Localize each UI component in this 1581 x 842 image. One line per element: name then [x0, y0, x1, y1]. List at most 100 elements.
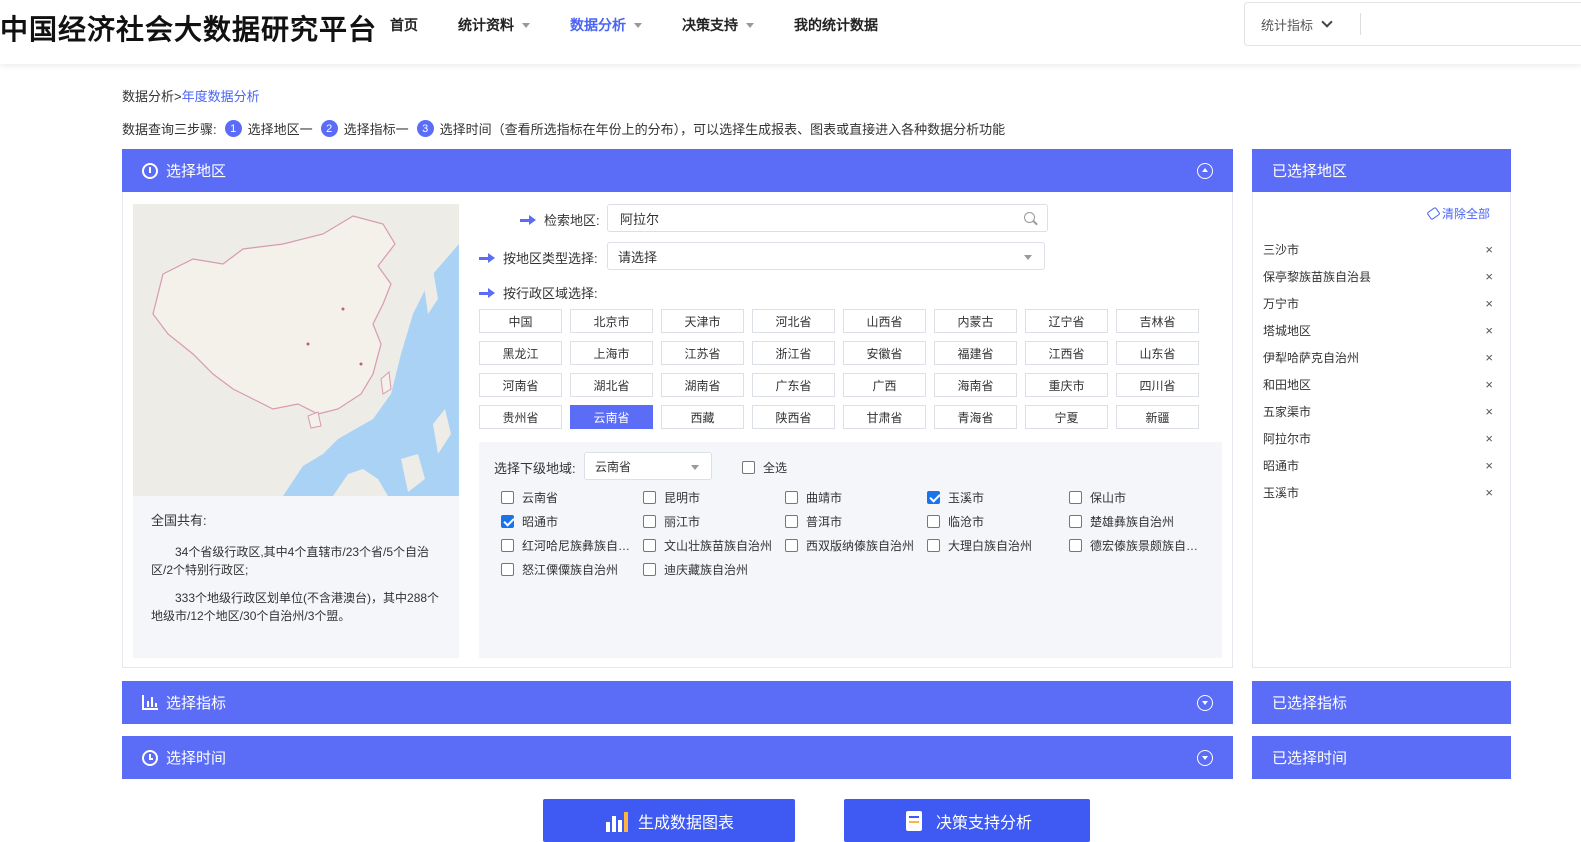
city-checkbox-item[interactable]: 昆明市 — [643, 488, 783, 506]
province-button[interactable]: 吉林省 — [1116, 309, 1199, 333]
checkbox[interactable] — [785, 538, 798, 552]
decision-analysis-button[interactable]: 决策支持分析 — [844, 799, 1090, 842]
province-button[interactable]: 西藏 — [661, 405, 744, 429]
city-checkbox-item[interactable]: 保山市 — [1069, 488, 1209, 506]
checkbox[interactable] — [501, 514, 514, 528]
checkbox[interactable] — [1069, 514, 1082, 528]
province-button[interactable]: 河北省 — [752, 309, 835, 333]
checkbox[interactable] — [643, 538, 656, 552]
checkbox[interactable] — [643, 490, 656, 504]
province-button[interactable]: 新疆 — [1116, 405, 1199, 429]
region-panel-header[interactable]: 选择地区 — [122, 149, 1233, 192]
city-checkbox-item[interactable]: 曲靖市 — [785, 488, 925, 506]
nav-data-analysis[interactable]: 数据分析 — [570, 15, 642, 35]
province-button[interactable]: 上海市 — [570, 341, 653, 365]
checkbox[interactable] — [501, 562, 514, 576]
city-checkbox-item[interactable]: 西双版纳傣族自治州 — [785, 536, 925, 554]
remove-icon[interactable]: × — [1485, 431, 1493, 446]
remove-icon[interactable]: × — [1485, 350, 1493, 365]
remove-icon[interactable]: × — [1485, 458, 1493, 473]
checkbox[interactable] — [501, 490, 514, 504]
province-button[interactable]: 黑龙江 — [479, 341, 562, 365]
city-checkbox-item[interactable]: 文山壮族苗族自治州 — [643, 536, 783, 554]
expand-icon[interactable] — [1197, 694, 1213, 711]
collapse-icon[interactable] — [1197, 162, 1213, 179]
remove-icon[interactable]: × — [1485, 323, 1493, 338]
select-all-checkbox[interactable]: 全选 — [742, 459, 787, 476]
checkbox[interactable] — [1069, 538, 1082, 552]
province-button[interactable]: 四川省 — [1116, 373, 1199, 397]
city-checkbox-item[interactable]: 大理白族自治州 — [927, 536, 1067, 554]
city-checkbox-item[interactable]: 昭通市 — [501, 512, 641, 530]
remove-icon[interactable]: × — [1485, 242, 1493, 257]
remove-icon[interactable]: × — [1485, 296, 1493, 311]
province-button[interactable]: 湖南省 — [661, 373, 744, 397]
province-button[interactable]: 贵州省 — [479, 405, 562, 429]
city-checkbox-item[interactable]: 德宏傣族景颇族自治州 — [1069, 536, 1209, 554]
remove-icon[interactable]: × — [1485, 404, 1493, 419]
generate-chart-button[interactable]: 生成数据图表 — [543, 799, 795, 842]
checkbox[interactable] — [643, 562, 656, 576]
checkbox[interactable] — [785, 514, 798, 528]
search-type-select[interactable]: 统计指标 — [1245, 13, 1361, 35]
checkbox[interactable] — [501, 538, 514, 552]
sub-region-select[interactable]: 云南省 — [584, 452, 712, 480]
expand-icon[interactable] — [1197, 749, 1213, 766]
remove-icon[interactable]: × — [1485, 377, 1493, 392]
province-button[interactable]: 安徽省 — [843, 341, 926, 365]
checkbox[interactable] — [927, 538, 940, 552]
breadcrumb-root[interactable]: 数据分析 — [122, 89, 174, 104]
nav-decision-support[interactable]: 决策支持 — [682, 15, 754, 35]
city-checkbox-item[interactable]: 红河哈尼族彝族自治州 — [501, 536, 641, 554]
city-checkbox-item[interactable]: 玉溪市 — [927, 488, 1067, 506]
province-button[interactable]: 河南省 — [479, 373, 562, 397]
remove-icon[interactable]: × — [1485, 269, 1493, 284]
province-button[interactable]: 云南省 — [570, 405, 653, 429]
clear-all-button[interactable]: 清除全部 — [1426, 205, 1490, 222]
city-checkbox-item[interactable]: 迪庆藏族自治州 — [643, 560, 783, 578]
nav-my-statistics[interactable]: 我的统计数据 — [794, 15, 878, 35]
province-button[interactable]: 江苏省 — [661, 341, 744, 365]
province-button[interactable]: 陕西省 — [752, 405, 835, 429]
breadcrumb-current[interactable]: 年度数据分析 — [182, 89, 260, 104]
province-button[interactable]: 江西省 — [1025, 341, 1108, 365]
nav-home[interactable]: 首页 — [390, 15, 418, 35]
province-button[interactable]: 北京市 — [570, 309, 653, 333]
province-button[interactable]: 山东省 — [1116, 341, 1199, 365]
site-logo[interactable]: 中国经济社会大数据研究平台 — [0, 8, 377, 48]
indicator-panel-header[interactable]: 选择指标 — [122, 681, 1233, 724]
province-button[interactable]: 天津市 — [661, 309, 744, 333]
province-button[interactable]: 辽宁省 — [1025, 309, 1108, 333]
time-panel-header[interactable]: 选择时间 — [122, 736, 1233, 779]
remove-icon[interactable]: × — [1485, 485, 1493, 500]
province-button[interactable]: 福建省 — [934, 341, 1017, 365]
checkbox[interactable] — [927, 490, 940, 504]
search-icon[interactable] — [1024, 212, 1035, 223]
region-search-input[interactable]: 阿拉尔 — [607, 204, 1048, 232]
city-checkbox-item[interactable]: 丽江市 — [643, 512, 783, 530]
china-map[interactable] — [133, 204, 459, 496]
province-button[interactable]: 甘肃省 — [843, 405, 926, 429]
city-checkbox-item[interactable]: 普洱市 — [785, 512, 925, 530]
province-button[interactable]: 山西省 — [843, 309, 926, 333]
checkbox[interactable] — [742, 461, 755, 474]
province-button[interactable]: 中国 — [479, 309, 562, 333]
region-type-select[interactable]: 请选择 — [607, 242, 1045, 270]
city-checkbox-item[interactable]: 怒江傈僳族自治州 — [501, 560, 641, 578]
province-button[interactable]: 浙江省 — [752, 341, 835, 365]
city-checkbox-item[interactable]: 云南省 — [501, 488, 641, 506]
province-button[interactable]: 宁夏 — [1025, 405, 1108, 429]
nav-statistics[interactable]: 统计资料 — [458, 15, 530, 35]
checkbox[interactable] — [1069, 490, 1082, 504]
province-button[interactable]: 湖北省 — [570, 373, 653, 397]
checkbox[interactable] — [643, 514, 656, 528]
checkbox[interactable] — [785, 490, 798, 504]
province-button[interactable]: 重庆市 — [1025, 373, 1108, 397]
checkbox[interactable] — [927, 514, 940, 528]
province-button[interactable]: 海南省 — [934, 373, 1017, 397]
province-button[interactable]: 青海省 — [934, 405, 1017, 429]
city-checkbox-item[interactable]: 楚雄彝族自治州 — [1069, 512, 1209, 530]
province-button[interactable]: 广西 — [843, 373, 926, 397]
city-checkbox-item[interactable]: 临沧市 — [927, 512, 1067, 530]
province-button[interactable]: 广东省 — [752, 373, 835, 397]
